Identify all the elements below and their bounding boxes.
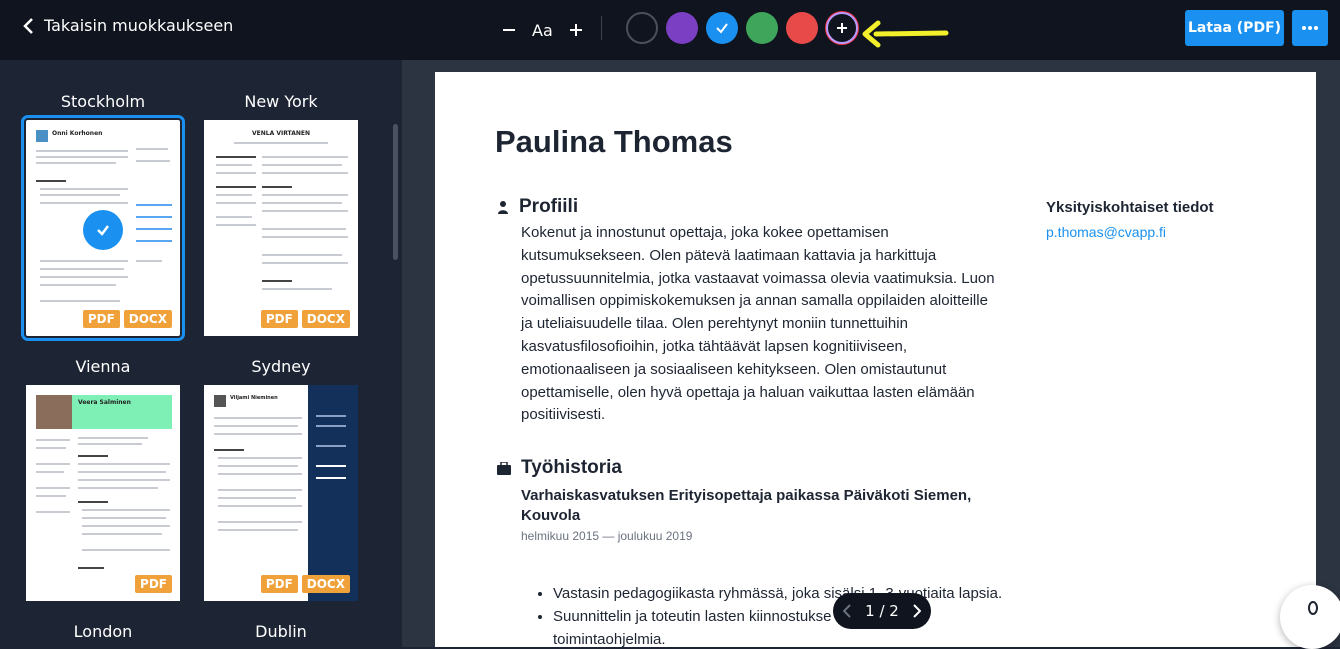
briefcase-icon bbox=[497, 461, 511, 475]
template-name: Dublin bbox=[255, 622, 307, 641]
color-swatch-red[interactable] bbox=[786, 12, 818, 44]
top-bar: Takaisin muokkaukseen Aa Lataa (PDF) bbox=[0, 0, 1340, 60]
custom-color-button[interactable] bbox=[826, 12, 858, 44]
color-swatches bbox=[626, 12, 858, 44]
checkmark-icon bbox=[716, 23, 728, 34]
work-heading-label: Työhistoria bbox=[521, 457, 622, 478]
chevron-left-icon bbox=[23, 17, 33, 34]
template-sydney[interactable]: Sydney Viljami Nieminen PDF DOCX bbox=[204, 355, 358, 601]
page-navigator: 1 / 2 bbox=[833, 593, 931, 629]
resume-name: Paulina Thomas bbox=[495, 124, 733, 159]
format-badges: PDF DOCX bbox=[260, 310, 350, 328]
checkmark-icon bbox=[97, 225, 109, 236]
list-item: Vastasin pedagogiikasta ryhmässä, joka s… bbox=[553, 583, 1009, 606]
list-item: Suunnittelin ja toteutin lasten kiinnost… bbox=[553, 606, 1009, 629]
more-horizontal-icon bbox=[1302, 26, 1318, 30]
template-vienna[interactable]: Vienna Veera Salminen PDF bbox=[26, 355, 180, 601]
toolbar-divider bbox=[601, 16, 602, 40]
template-stockholm[interactable]: Stockholm Onni Korhonen PDF DOCX bbox=[21, 90, 185, 341]
plus-icon bbox=[837, 23, 847, 33]
back-to-editor-link[interactable]: Takaisin muokkaukseen bbox=[22, 16, 233, 35]
download-pdf-button[interactable]: Lataa (PDF) bbox=[1185, 10, 1284, 46]
template-sidebar: Stockholm Onni Korhonen PDF DOCX New Yor… bbox=[0, 60, 403, 647]
job-dates: helmikuu 2015 — joulukuu 2019 bbox=[521, 529, 693, 543]
template-name: Vienna bbox=[75, 357, 131, 376]
thumb-name: VENLA VIRTANEN bbox=[252, 130, 310, 137]
profile-heading: Profiili bbox=[497, 196, 578, 218]
previous-page-button[interactable] bbox=[843, 604, 851, 618]
profile-heading-label: Profiili bbox=[519, 196, 579, 217]
job-bullets: Vastasin pedagogiikasta ryhmässä, joka s… bbox=[539, 583, 1009, 647]
decrease-font-button[interactable] bbox=[500, 16, 518, 44]
thumb-photo bbox=[36, 395, 72, 429]
person-icon bbox=[498, 201, 508, 214]
template-london[interactable]: London bbox=[26, 620, 180, 647]
thumb-avatar bbox=[214, 395, 226, 407]
template-name: Sydney bbox=[251, 357, 311, 376]
template-thumbnail: Onni Korhonen PDF DOCX bbox=[21, 115, 185, 341]
chat-icon bbox=[1308, 601, 1318, 615]
docx-badge: DOCX bbox=[301, 310, 350, 328]
thumb-name: Veera Salminen bbox=[78, 399, 131, 406]
chat-support-button[interactable] bbox=[1280, 585, 1340, 649]
template-new-york[interactable]: New York VENLA VIRTANEN PDF DOCX bbox=[204, 90, 358, 336]
more-options-button[interactable] bbox=[1292, 10, 1328, 46]
personal-details-heading: Yksityiskohtaiset tiedot bbox=[1046, 199, 1214, 216]
docx-badge: DOCX bbox=[123, 310, 172, 328]
thumb-avatar bbox=[36, 130, 48, 142]
template-name: London bbox=[73, 622, 133, 641]
docx-badge: DOCX bbox=[301, 575, 350, 593]
email-link[interactable]: p.thomas@cvapp.fi bbox=[1046, 224, 1166, 240]
resume-preview-area: Paulina Thomas Profiili Kokenut ja innos… bbox=[403, 60, 1340, 647]
template-dublin[interactable]: Dublin bbox=[204, 620, 358, 647]
page-indicator: 1 / 2 bbox=[865, 602, 899, 620]
selected-check-badge bbox=[83, 210, 123, 250]
back-label: Takaisin muokkaukseen bbox=[44, 16, 234, 35]
list-item: toimintaohjelmia. bbox=[553, 630, 666, 647]
sidebar-scrollbar[interactable] bbox=[393, 124, 398, 260]
pdf-badge: PDF bbox=[135, 575, 172, 593]
format-badges: PDF DOCX bbox=[82, 310, 172, 328]
color-swatch-dark[interactable] bbox=[626, 12, 658, 44]
template-name: Stockholm bbox=[60, 92, 146, 111]
pdf-badge: PDF bbox=[260, 310, 298, 328]
thumb-name: Onni Korhonen bbox=[52, 130, 103, 137]
minus-icon bbox=[503, 29, 515, 31]
font-size-controls: Aa bbox=[500, 16, 585, 44]
thumb-name: Viljami Nieminen bbox=[230, 395, 278, 401]
template-thumbnail: Veera Salminen PDF bbox=[26, 385, 180, 601]
color-swatch-green[interactable] bbox=[746, 12, 778, 44]
chevron-left-icon bbox=[843, 604, 851, 618]
work-history-heading: Työhistoria bbox=[497, 457, 622, 479]
pdf-badge: PDF bbox=[82, 310, 120, 328]
color-swatch-purple[interactable] bbox=[666, 12, 698, 44]
template-name: New York bbox=[244, 92, 318, 111]
thumb-sidebar-band bbox=[308, 385, 358, 601]
font-size-label: Aa bbox=[532, 20, 553, 40]
yellow-arrow-annotation bbox=[862, 20, 949, 48]
template-thumbnail: Viljami Nieminen PDF DOCX bbox=[204, 385, 358, 601]
chevron-right-icon bbox=[913, 604, 921, 618]
color-swatch-blue[interactable] bbox=[706, 12, 738, 44]
increase-font-button[interactable] bbox=[567, 16, 585, 44]
format-badges: PDF bbox=[135, 575, 172, 593]
format-badges: PDF DOCX bbox=[260, 575, 350, 593]
resume-page: Paulina Thomas Profiili Kokenut ja innos… bbox=[435, 72, 1316, 647]
plus-icon bbox=[569, 24, 582, 36]
job-title: Varhaiskasvatuksen Erityisopettaja paika… bbox=[521, 487, 972, 524]
pdf-badge: PDF bbox=[260, 575, 298, 593]
template-thumbnail: VENLA VIRTANEN PDF DOCX bbox=[204, 120, 358, 336]
next-page-button[interactable] bbox=[913, 604, 921, 618]
profile-text: Kokenut ja innostunut opettaja, joka kok… bbox=[521, 224, 995, 424]
